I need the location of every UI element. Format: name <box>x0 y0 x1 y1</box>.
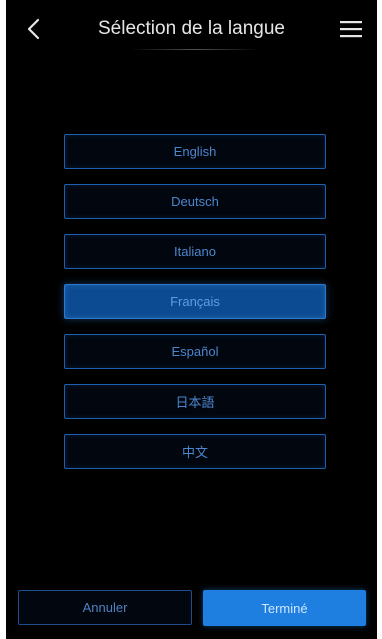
language-option-label: Italiano <box>174 244 216 259</box>
done-button[interactable]: Terminé <box>203 590 366 626</box>
hamburger-menu-icon <box>340 21 362 38</box>
language-option-label: English <box>173 144 217 159</box>
language-option-label: Español <box>171 344 219 359</box>
language-option-label: Français <box>170 294 220 309</box>
language-option-chinese[interactable]: 中文 <box>64 434 326 469</box>
language-option-label: 日本語 <box>175 395 215 410</box>
language-option-francais[interactable]: Français <box>64 284 326 319</box>
language-option-english[interactable]: English <box>64 134 326 169</box>
app-screen: Sélection de la langue English Deutsch I… <box>6 0 377 639</box>
language-list: English Deutsch Italiano Français Españo… <box>64 134 326 484</box>
title-divider <box>130 49 260 50</box>
language-option-espanol[interactable]: Español <box>64 334 326 369</box>
language-option-deutsch[interactable]: Deutsch <box>64 184 326 219</box>
language-option-label: Deutsch <box>171 194 219 209</box>
language-option-label: 中文 <box>181 445 208 460</box>
cancel-button[interactable]: Annuler <box>18 590 192 625</box>
header-bar: Sélection de la langue <box>6 0 377 62</box>
done-button-label: Terminé <box>261 600 308 616</box>
chevron-left-icon <box>27 18 40 40</box>
page-title: Sélection de la langue <box>98 18 285 39</box>
menu-button[interactable] <box>335 14 367 44</box>
cancel-button-label: Annuler <box>82 600 128 615</box>
footer-actions: Annuler Terminé <box>6 590 377 626</box>
language-option-italiano[interactable]: Italiano <box>64 234 326 269</box>
back-button[interactable] <box>18 12 48 46</box>
language-option-japanese[interactable]: 日本語 <box>64 384 326 419</box>
